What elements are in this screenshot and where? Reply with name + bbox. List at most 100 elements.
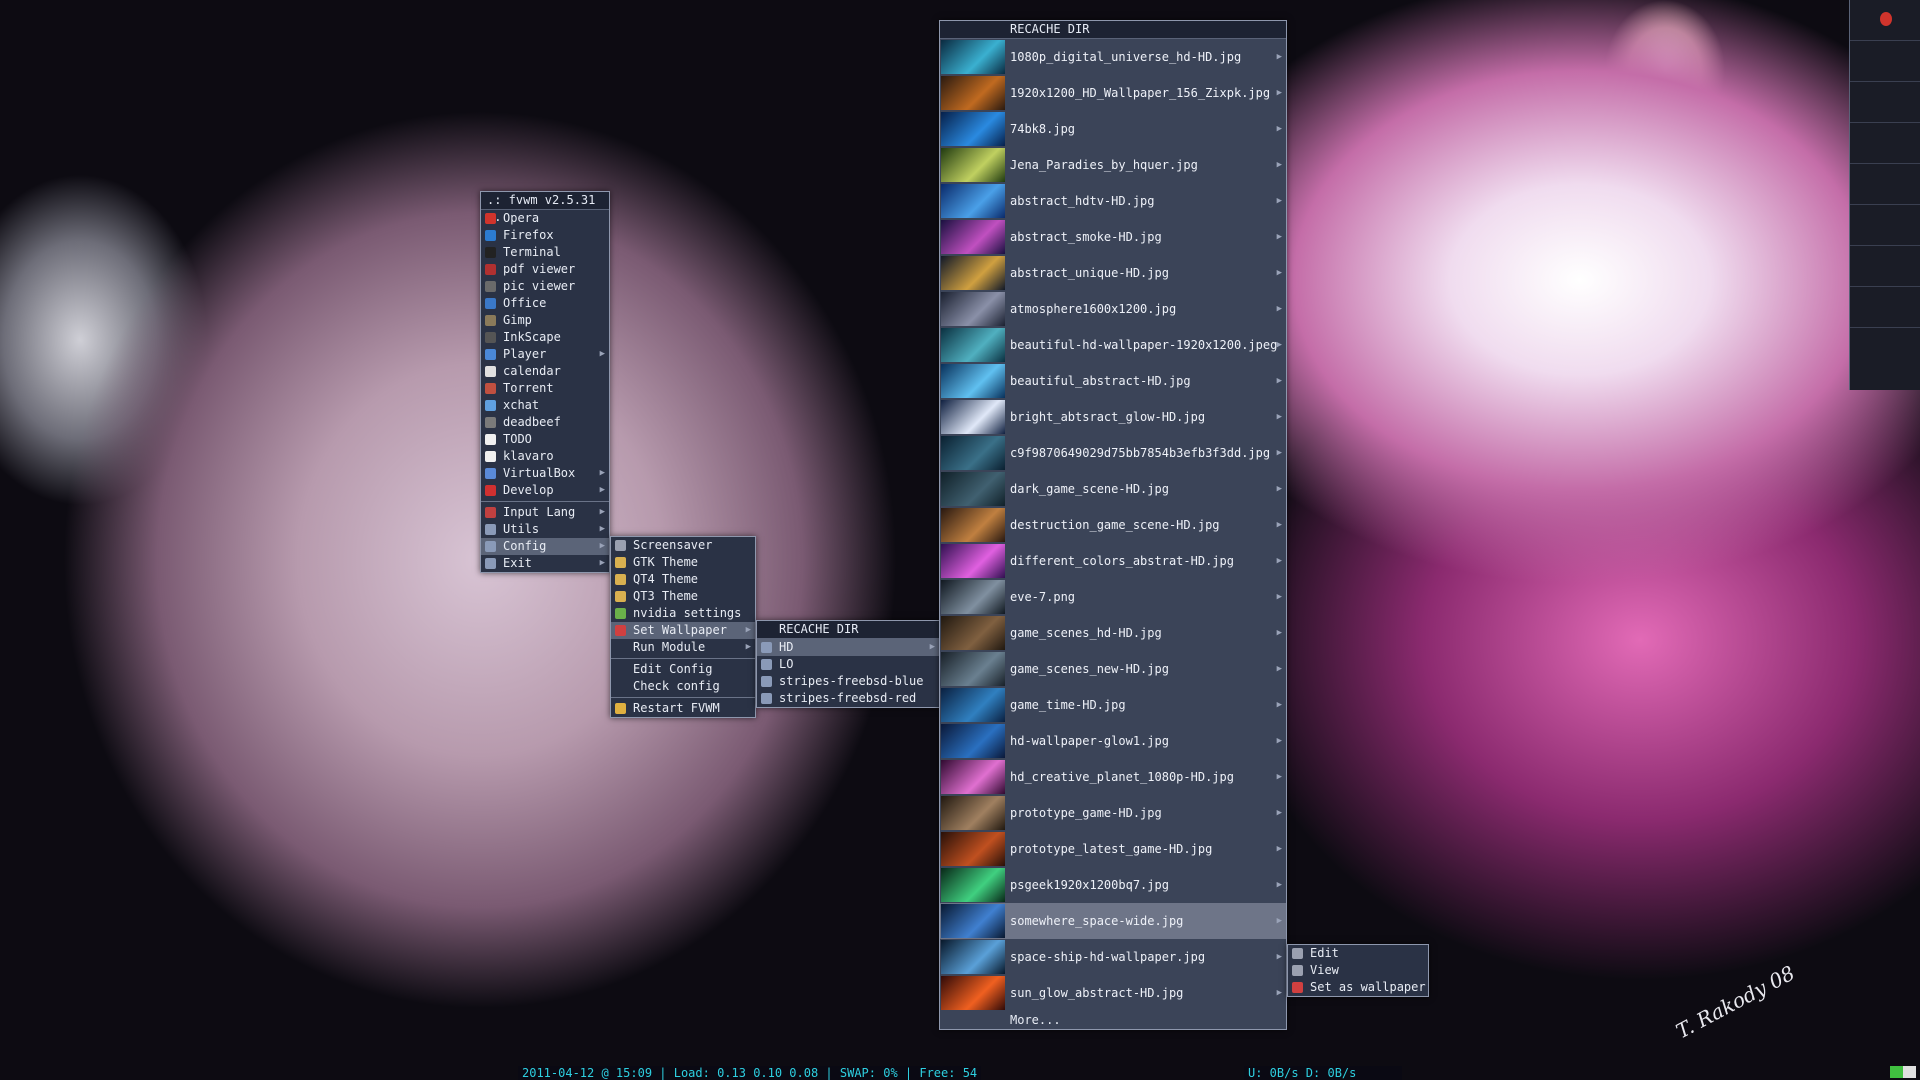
wallpaper-file-item[interactable]: eve-7.png ▶	[940, 579, 1286, 615]
main-item-klavaro[interactable]: klavaro	[481, 448, 609, 465]
main-item-opera[interactable]: Opera	[481, 210, 609, 227]
config-item-qt3-theme[interactable]: QT3 Theme	[611, 588, 755, 605]
file-action-item-view[interactable]: View	[1288, 962, 1428, 979]
wallpaper-thumbnail	[941, 184, 1005, 218]
main-item-pic-viewer[interactable]: pic viewer	[481, 278, 609, 295]
wallpaper-file-item[interactable]: c9f9870649029d75bb7854b3efb3f3dd.jpg ▶	[940, 435, 1286, 471]
main-item-input-lang[interactable]: Input Lang ▶	[481, 504, 609, 521]
wallpaper-item-stripes-freebsd-red[interactable]: stripes-freebsd-red	[757, 690, 939, 707]
config-item-run-module[interactable]: Run Module ▶	[611, 639, 755, 656]
main-item-develop[interactable]: Develop ▶	[481, 482, 609, 499]
config-item-set-wallpaper[interactable]: Set Wallpaper ▶	[611, 622, 755, 639]
main-item-exit[interactable]: Exit ▶	[481, 555, 609, 572]
wallpaper-file-item[interactable]: 1080p_digital_universe_hd-HD.jpg ▶	[940, 39, 1286, 75]
menu-item-label: calendar	[503, 364, 561, 378]
main-item-torrent[interactable]: Torrent	[481, 380, 609, 397]
wallpaper-file-item[interactable]: destruction_game_scene-HD.jpg ▶	[940, 507, 1286, 543]
wallpaper-file-item[interactable]: dark_game_scene-HD.jpg ▶	[940, 471, 1286, 507]
pager-desk-7[interactable]	[1850, 246, 1920, 287]
wallpaper-item-stripes-freebsd-blue[interactable]: stripes-freebsd-blue	[757, 673, 939, 690]
main-item-firefox[interactable]: Firefox	[481, 227, 609, 244]
wallpaper-file-item[interactable]: hd-wallpaper-glow1.jpg ▶	[940, 723, 1286, 759]
main-item-gimp[interactable]: Gimp	[481, 312, 609, 329]
folder-icon	[761, 693, 772, 704]
main-item-virtualbox[interactable]: VirtualBox ▶	[481, 465, 609, 482]
wallpaper-file-item[interactable]: bright_abtsract_glow-HD.jpg ▶	[940, 399, 1286, 435]
monitor-icon	[615, 540, 626, 551]
wallpaper-file-item[interactable]: Jena_Paradies_by_hquer.jpg ▶	[940, 147, 1286, 183]
wallpaper-file-item[interactable]: beautiful_abstract-HD.jpg ▶	[940, 363, 1286, 399]
file-action-item-set-as-wallpaper[interactable]: Set as wallpaper	[1288, 979, 1428, 996]
submenu-arrow-icon: ▶	[1276, 160, 1282, 170]
wallpaper-file-item[interactable]: game_time-HD.jpg ▶	[940, 687, 1286, 723]
config-item-screensaver[interactable]: Screensaver	[611, 537, 755, 554]
main-item-terminal[interactable]: Terminal	[481, 244, 609, 261]
menu-item-label: QT3 Theme	[633, 589, 699, 603]
wallpaper-filename: abstract_smoke-HD.jpg	[1010, 230, 1162, 244]
theme-icon	[615, 591, 626, 602]
pager-desk-8[interactable]	[1850, 287, 1920, 328]
wallpaper-file-item[interactable]: atmosphere1600x1200.jpg ▶	[940, 291, 1286, 327]
wallpaper-file-item[interactable]: psgeek1920x1200bq7.jpg ▶	[940, 867, 1286, 903]
wallpaper-file-item[interactable]: abstract_smoke-HD.jpg ▶	[940, 219, 1286, 255]
wallpaper-file-item[interactable]: game_scenes_hd-HD.jpg ▶	[940, 615, 1286, 651]
menu-item-label: Config	[503, 539, 547, 553]
main-item-deadbeef[interactable]: deadbeef	[481, 414, 609, 431]
wallpaper-thumbnail	[941, 616, 1005, 650]
recache-dir-title[interactable]: RECACHE DIR	[940, 21, 1286, 39]
pager-desk-5[interactable]	[1850, 164, 1920, 205]
submenu-arrow-icon: ▶	[1276, 844, 1282, 854]
config-item-gtk-theme[interactable]: GTK Theme	[611, 554, 755, 571]
config-item-nvidia-settings[interactable]: nvidia settings	[611, 605, 755, 622]
more-item[interactable]: More...	[940, 1011, 1286, 1029]
menu-separator	[611, 658, 755, 659]
wallpaper-thumbnail	[941, 292, 1005, 326]
desktop-pager[interactable]	[1849, 0, 1920, 390]
wallpaper-file-item[interactable]: prototype_game-HD.jpg ▶	[940, 795, 1286, 831]
pager-desk-4[interactable]	[1850, 123, 1920, 164]
main-item-config[interactable]: Config ▶	[481, 538, 609, 555]
main-item-inkscape[interactable]: InkScape	[481, 329, 609, 346]
wallpaper-filename: abstract_unique-HD.jpg	[1010, 266, 1169, 280]
wallpaper-file-item[interactable]: game_scenes_new-HD.jpg ▶	[940, 651, 1286, 687]
wallpaper-file-item[interactable]: abstract_hdtv-HD.jpg ▶	[940, 183, 1286, 219]
wallpaper-file-item[interactable]: space-ship-hd-wallpaper.jpg ▶	[940, 939, 1286, 975]
main-item-pdf-viewer[interactable]: pdf viewer	[481, 261, 609, 278]
config-item-edit-config[interactable]: Edit Config	[611, 661, 755, 678]
config-item-qt4-theme[interactable]: QT4 Theme	[611, 571, 755, 588]
file-action-item-edit[interactable]: Edit	[1288, 945, 1428, 962]
wallpaper-item-hd[interactable]: HD ▶	[757, 639, 939, 656]
wallpaper-file-item[interactable]: sun_glow_abstract-HD.jpg ▶	[940, 975, 1286, 1011]
main-item-utils[interactable]: Utils ▶	[481, 521, 609, 538]
wallpaper-thumbnail	[941, 760, 1005, 794]
wallpaper-file-item[interactable]: abstract_unique-HD.jpg ▶	[940, 255, 1286, 291]
pager-desk-2[interactable]	[1850, 41, 1920, 82]
submenu-arrow-icon: ▶	[1276, 484, 1282, 494]
config-item-check-config[interactable]: Check config	[611, 678, 755, 695]
wallpaper-thumbnail	[941, 400, 1005, 434]
main-item-xchat[interactable]: xchat	[481, 397, 609, 414]
wallpaper-file-item[interactable]: hd_creative_planet_1080p-HD.jpg ▶	[940, 759, 1286, 795]
main-item-todo[interactable]: TODO	[481, 431, 609, 448]
opera-tray-icon[interactable]	[1880, 12, 1892, 26]
main-item-calendar[interactable]: calendar	[481, 363, 609, 380]
wallpaper-file-item[interactable]: 74bk8.jpg ▶	[940, 111, 1286, 147]
tray-icons[interactable]	[1890, 1066, 1916, 1078]
wallpaper-file-item[interactable]: beautiful-hd-wallpaper-1920x1200.jpeg ▶	[940, 327, 1286, 363]
main-item-office[interactable]: Office	[481, 295, 609, 312]
pager-desk-6[interactable]	[1850, 205, 1920, 246]
wallpaper-file-item[interactable]: different_colors_abstrat-HD.jpg ▶	[940, 543, 1286, 579]
pager-desk-3[interactable]	[1850, 82, 1920, 123]
wallpaper-item-lo[interactable]: LO	[757, 656, 939, 673]
submenu-arrow-icon: ▶	[1276, 340, 1282, 350]
xchat-icon	[485, 400, 496, 411]
menu-item-label: QT4 Theme	[633, 572, 699, 586]
main-item-player[interactable]: Player ▶	[481, 346, 609, 363]
wallpaper-file-item[interactable]: prototype_latest_game-HD.jpg ▶	[940, 831, 1286, 867]
wallpaper-file-item[interactable]: somewhere_space-wide.jpg ▶	[940, 903, 1286, 939]
wallpaper-file-item[interactable]: 1920x1200_HD_Wallpaper_156_Zixpk.jpg ▶	[940, 75, 1286, 111]
submenu-arrow-icon: ▶	[1276, 772, 1282, 782]
config-item-restart-fvwm[interactable]: Restart FVWM	[611, 700, 755, 717]
pager-desk-1[interactable]	[1850, 0, 1920, 41]
recache-dir-item[interactable]: RECACHE DIR	[757, 621, 939, 639]
